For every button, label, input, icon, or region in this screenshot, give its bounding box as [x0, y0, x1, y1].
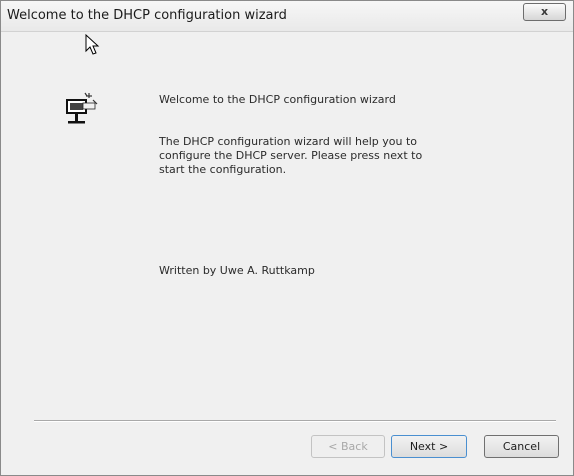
wizard-window: Welcome to the DHCP configuration wizard… [0, 0, 574, 476]
author-text: Written by Uwe A. Ruttkamp [159, 264, 315, 277]
network-server-icon [66, 92, 98, 124]
welcome-text: Welcome to the DHCP configuration wizard [159, 93, 396, 106]
separator [34, 420, 556, 422]
window-title: Welcome to the DHCP configuration wizard [7, 8, 287, 23]
description-text: The DHCP configuration wizard will help … [159, 135, 423, 176]
title-bar[interactable]: Welcome to the DHCP configuration wizard… [1, 1, 573, 32]
back-button[interactable]: < Back [311, 435, 385, 458]
close-button[interactable]: x [523, 3, 566, 21]
next-button[interactable]: Next > [391, 435, 467, 458]
cancel-button[interactable]: Cancel [484, 435, 559, 458]
close-icon: x [540, 5, 549, 18]
mouse-pointer-icon [85, 34, 100, 55]
